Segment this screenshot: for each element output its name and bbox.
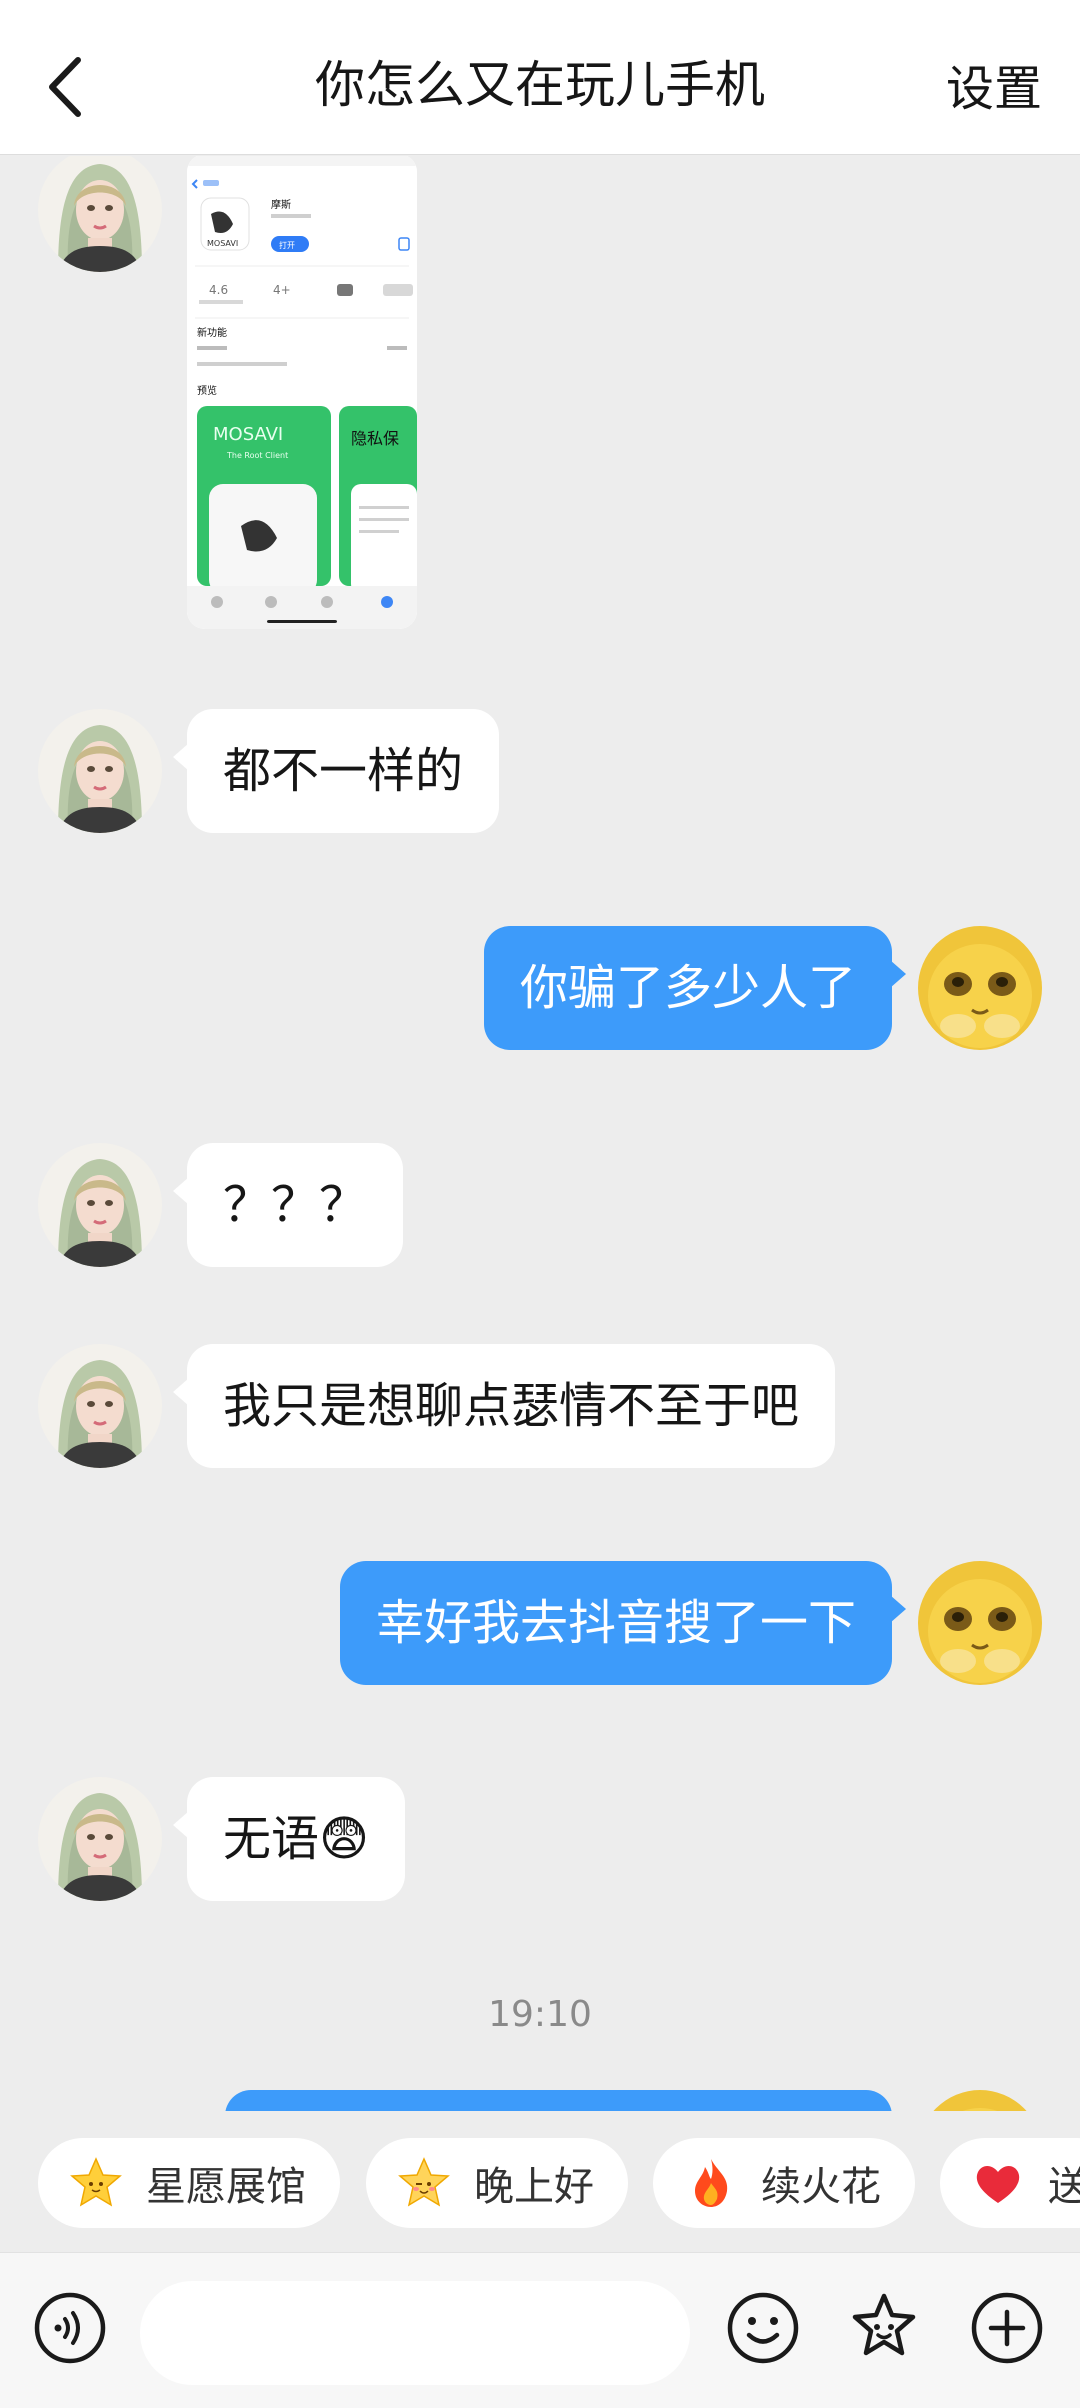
svg-text:4+: 4+ (273, 283, 291, 297)
top-bar: 你怎么又在玩儿手机 设置 (0, 0, 1080, 155)
emoji-button[interactable] (725, 2290, 801, 2366)
svg-text:预览: 预览 (197, 384, 217, 397)
quick-reply-bar[interactable]: 星愿展馆 晚上好 续火花 送 (0, 2111, 1080, 2251)
message-row: ？？？ (0, 1143, 1080, 1267)
message-row: 无语😨 (0, 1777, 1080, 1901)
my-avatar[interactable] (918, 1561, 1042, 1685)
contact-avatar[interactable] (38, 156, 162, 272)
message-timestamp: 19:10 (488, 1994, 592, 2035)
input-bar (0, 2252, 1080, 2408)
svg-text:The Root Client: The Root Client (226, 451, 288, 460)
incoming-message[interactable]: ？？？ (172, 1143, 404, 1267)
voice-button[interactable] (32, 2290, 108, 2366)
cat-meme-avatar-icon (918, 1561, 1042, 1685)
chip-keep-streak[interactable]: 续火花 (653, 2138, 915, 2228)
fire-icon (683, 2155, 739, 2211)
cat-meme-avatar-icon (918, 2090, 1042, 2111)
girl-avatar-icon (38, 1777, 162, 1901)
chip-label: 星愿展馆 (146, 2164, 306, 2210)
message-row: 我只是想聊点瑟情不至于吧 (0, 1344, 1080, 1468)
emoji-icon (727, 2292, 799, 2364)
message-row: 都不一样的 (0, 709, 1080, 833)
svg-text:新功能: 新功能 (197, 326, 227, 339)
chip-star-gallery[interactable]: 星愿展馆 (38, 2138, 340, 2228)
svg-text:隐私保: 隐私保 (351, 429, 399, 448)
message-row: 幸好我去抖音搜了一下 (0, 1561, 1080, 1685)
sticker-button[interactable] (846, 2290, 922, 2366)
message-input[interactable] (140, 2281, 690, 2385)
girl-avatar-icon (38, 1344, 162, 1468)
more-button[interactable] (969, 2290, 1045, 2366)
svg-text:MOSAVI: MOSAVI (213, 424, 283, 445)
message-row: 你骗了多少人了 (0, 926, 1080, 1050)
chip-send[interactable]: 送 (940, 2138, 1080, 2228)
chevron-left-icon (49, 57, 81, 117)
chip-label: 晚上好 (474, 2164, 594, 2210)
settings-button[interactable]: 设置 (946, 54, 1042, 124)
back-button[interactable] (30, 42, 100, 132)
contact-avatar[interactable] (38, 1143, 162, 1267)
heart-icon (970, 2155, 1026, 2211)
star-wink-icon (396, 2155, 452, 2211)
cat-meme-avatar-icon (918, 926, 1042, 1050)
star-face-icon (68, 2155, 124, 2211)
contact-avatar[interactable] (38, 1777, 162, 1901)
chip-good-evening[interactable]: 晚上好 (366, 2138, 628, 2228)
svg-text:摩斯: 摩斯 (271, 198, 291, 211)
message-row: MOSAVI 摩斯 打开 4.6 4+ 新功能 预览 MOSAVI The Ro… (0, 156, 1080, 629)
app-store-screenshot-icon: MOSAVI 摩斯 打开 4.6 4+ 新功能 预览 MOSAVI The Ro… (187, 156, 417, 629)
message-row (0, 2090, 1080, 2111)
svg-text:4.6: 4.6 (209, 283, 228, 297)
girl-avatar-icon (38, 709, 162, 833)
chat-area[interactable]: MOSAVI 摩斯 打开 4.6 4+ 新功能 预览 MOSAVI The Ro… (0, 156, 1080, 2111)
incoming-message[interactable]: 都不一样的 (172, 709, 500, 833)
svg-text:打开: 打开 (279, 240, 295, 250)
image-message[interactable]: MOSAVI 摩斯 打开 4.6 4+ 新功能 预览 MOSAVI The Ro… (187, 156, 417, 629)
chip-label: 续火花 (761, 2164, 881, 2210)
outgoing-message[interactable] (225, 2090, 892, 2111)
my-avatar[interactable] (918, 2090, 1042, 2111)
incoming-message[interactable]: 我只是想聊点瑟情不至于吧 (172, 1344, 836, 1468)
chip-label: 送 (1048, 2164, 1080, 2210)
outgoing-message[interactable]: 幸好我去抖音搜了一下 (339, 1561, 907, 1685)
svg-text:MOSAVI: MOSAVI (207, 239, 238, 248)
sticker-icon (852, 2293, 916, 2356)
voice-icon (34, 2292, 106, 2364)
plus-icon (971, 2292, 1043, 2364)
incoming-message[interactable]: 无语😨 (172, 1777, 406, 1901)
girl-avatar-icon (38, 1143, 162, 1267)
contact-avatar[interactable] (38, 709, 162, 833)
contact-avatar[interactable] (38, 1344, 162, 1468)
my-avatar[interactable] (918, 926, 1042, 1050)
outgoing-message[interactable]: 你骗了多少人了 (483, 926, 907, 1050)
chat-title: 你怎么又在玩儿手机 (315, 56, 765, 114)
girl-avatar-icon (38, 156, 162, 272)
